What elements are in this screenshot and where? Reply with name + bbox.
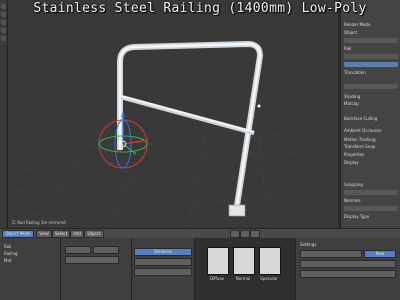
material-slot[interactable]: Stainless xyxy=(134,248,192,256)
panel-field[interactable] xyxy=(344,206,398,211)
transform-gizmo[interactable] xyxy=(98,112,149,169)
texture-thumbnail[interactable] xyxy=(207,247,229,275)
mode-dropdown[interactable]: Object Mode xyxy=(2,230,34,238)
object-menu[interactable]: Object xyxy=(84,230,104,238)
shading-icon[interactable] xyxy=(230,230,240,238)
shading-icon[interactable] xyxy=(250,230,260,238)
texture-panel: Diffuse Normal Specular xyxy=(195,238,296,300)
viewport-scene xyxy=(8,41,338,228)
texture-label: Normal xyxy=(235,276,251,281)
settings-field[interactable] xyxy=(300,250,362,258)
panel-item[interactable]: Display xyxy=(344,160,398,165)
panel-field[interactable] xyxy=(344,38,398,43)
tool-icon[interactable] xyxy=(1,28,6,33)
panel-item[interactable]: Ambient Occlusion xyxy=(344,128,398,133)
tool-button[interactable] xyxy=(65,256,119,264)
panel-item[interactable]: Translation xyxy=(344,70,398,75)
panel-field-active[interactable] xyxy=(344,62,398,67)
list-item[interactable]: Mat xyxy=(2,258,60,263)
settings-panel: Settings New xyxy=(296,238,400,300)
3d-viewport[interactable]: Z: Rail Railing 1m mirrored xyxy=(8,0,338,228)
settings-label: Settings xyxy=(300,242,317,247)
panel-item[interactable]: Shading xyxy=(344,94,398,99)
properties-panel: Render Mode Object Rail Translation Shad… xyxy=(340,0,400,228)
panel-item[interactable]: Rail xyxy=(344,46,398,51)
settings-field[interactable] xyxy=(300,270,396,278)
texture-thumbnail[interactable] xyxy=(259,247,281,275)
panel-field[interactable] xyxy=(344,54,398,59)
left-toolbar xyxy=(0,0,8,228)
tool-button[interactable] xyxy=(65,246,91,254)
select-menu[interactable]: Select xyxy=(52,230,70,238)
tool-icon[interactable] xyxy=(1,36,6,41)
panel-item[interactable]: Normals xyxy=(344,198,398,203)
shading-icon[interactable] xyxy=(240,230,250,238)
railing-model[interactable] xyxy=(117,41,263,217)
list-item[interactable]: Rail xyxy=(2,244,60,249)
tool-icon[interactable] xyxy=(1,20,6,25)
settings-field[interactable] xyxy=(300,260,396,268)
panel-item[interactable]: Backface Culling xyxy=(344,116,398,121)
tools-panel xyxy=(61,238,132,300)
panel-field[interactable] xyxy=(344,190,398,195)
panel-item[interactable]: Motion Tracking xyxy=(344,137,398,142)
panel-item[interactable]: Snapping xyxy=(344,182,398,187)
panel-item[interactable]: Object xyxy=(344,30,398,35)
video-title: Stainless Steel Railing (1400mm) Low-Pol… xyxy=(33,1,367,16)
texture-thumbnail[interactable] xyxy=(233,247,255,275)
panel-item[interactable]: Transform Snap xyxy=(344,144,398,149)
bottom-editors: Rail Railing Mat Stainless Diffuse Norma… xyxy=(0,238,400,300)
add-menu[interactable]: Add xyxy=(70,230,84,238)
panel-item[interactable]: Render Mode xyxy=(344,22,398,27)
view-menu[interactable]: View xyxy=(36,230,52,238)
material-panel: Stainless xyxy=(132,238,195,300)
viewport-info: Z: Rail Railing 1m mirrored xyxy=(12,220,66,225)
texture-label: Specular xyxy=(260,276,278,281)
material-field[interactable] xyxy=(134,268,192,276)
new-button[interactable]: New xyxy=(364,250,396,258)
material-field[interactable] xyxy=(134,258,192,266)
panel-field[interactable] xyxy=(344,84,398,89)
outliner-panel: Rail Railing Mat xyxy=(0,238,61,300)
panel-item[interactable]: Properties xyxy=(344,152,398,157)
floor-grid xyxy=(8,119,338,228)
panel-item[interactable]: Matcap xyxy=(344,101,398,106)
tool-button[interactable] xyxy=(93,246,119,254)
list-item[interactable]: Railing xyxy=(2,251,60,256)
texture-label: Diffuse xyxy=(209,276,225,281)
panel-item[interactable]: Display Type xyxy=(344,214,398,219)
